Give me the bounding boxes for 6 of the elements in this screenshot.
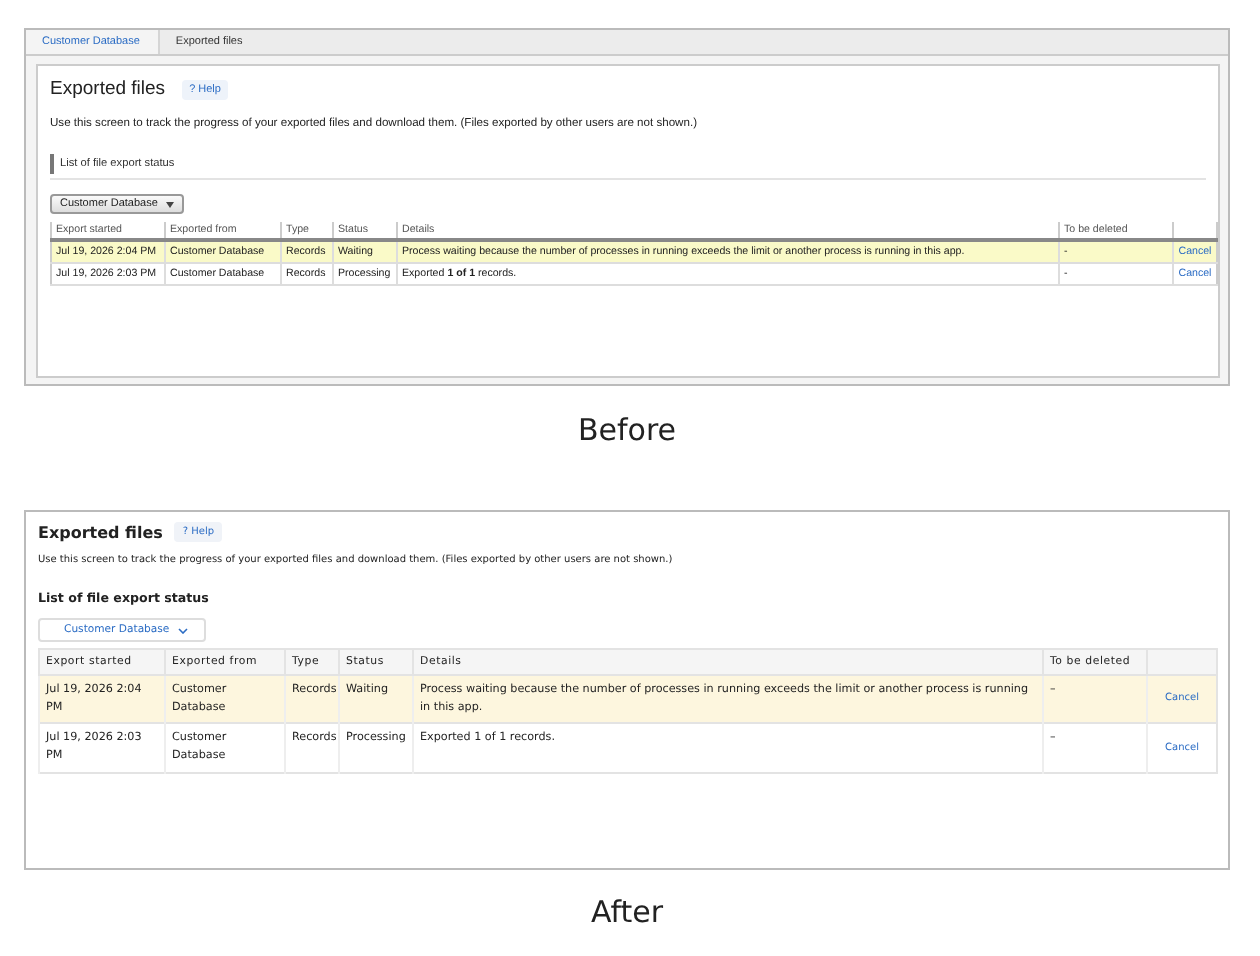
page-title: Exported files — [38, 523, 163, 541]
chevron-down-icon — [177, 627, 188, 633]
caption: After — [588, 892, 666, 934]
caption: Before — [575, 410, 679, 452]
page-title: Exported files — [50, 78, 166, 100]
caret-icon — [165, 201, 174, 207]
